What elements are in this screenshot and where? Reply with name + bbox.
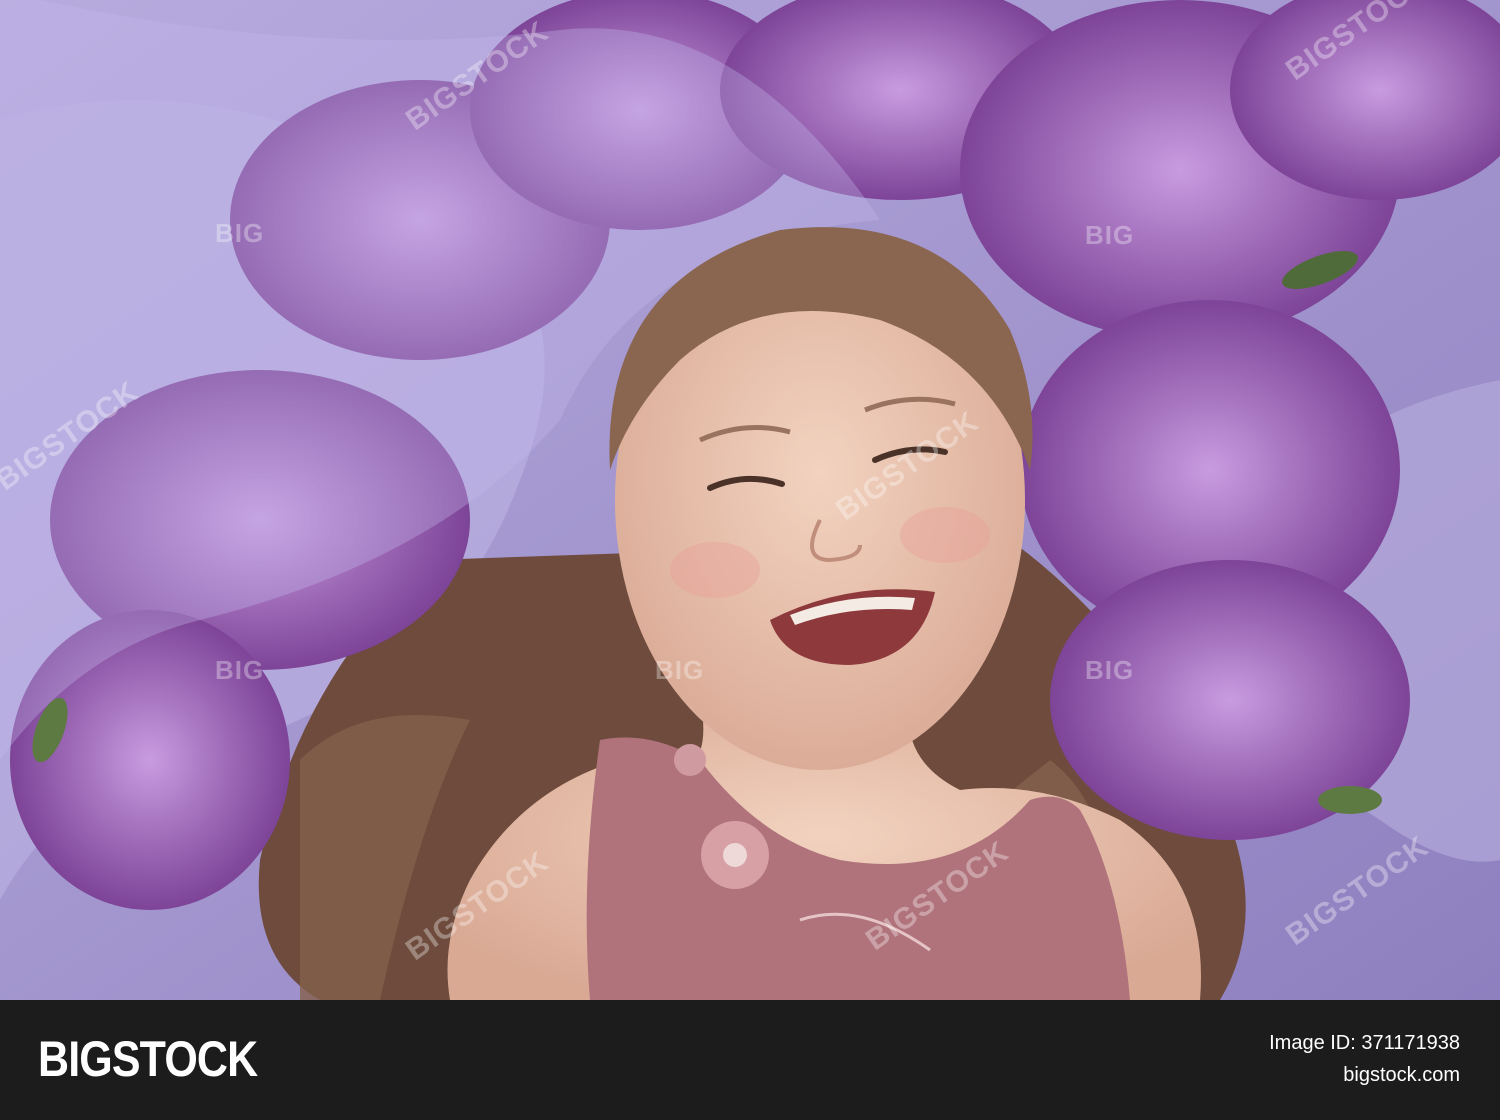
footer-bar: BIGSTOCK Image ID: 371171938 bigstock.co…	[0, 1000, 1500, 1120]
photo-illustration	[0, 0, 1500, 1000]
bigstock-logo: BIGSTOCK	[38, 1031, 258, 1087]
left-cheek	[670, 542, 760, 598]
stock-photo: BIGSTOCK BIGSTOCK BIGSTOCK BIGSTOCK BIGS…	[0, 0, 1500, 1000]
right-cheek	[900, 507, 990, 563]
site-url: bigstock.com	[1343, 1064, 1460, 1086]
dress-flower-small	[674, 744, 706, 776]
image-id-label: Image ID: 371171938	[1269, 1032, 1460, 1054]
leaf	[1318, 786, 1382, 814]
dress-flower-center	[723, 843, 747, 867]
